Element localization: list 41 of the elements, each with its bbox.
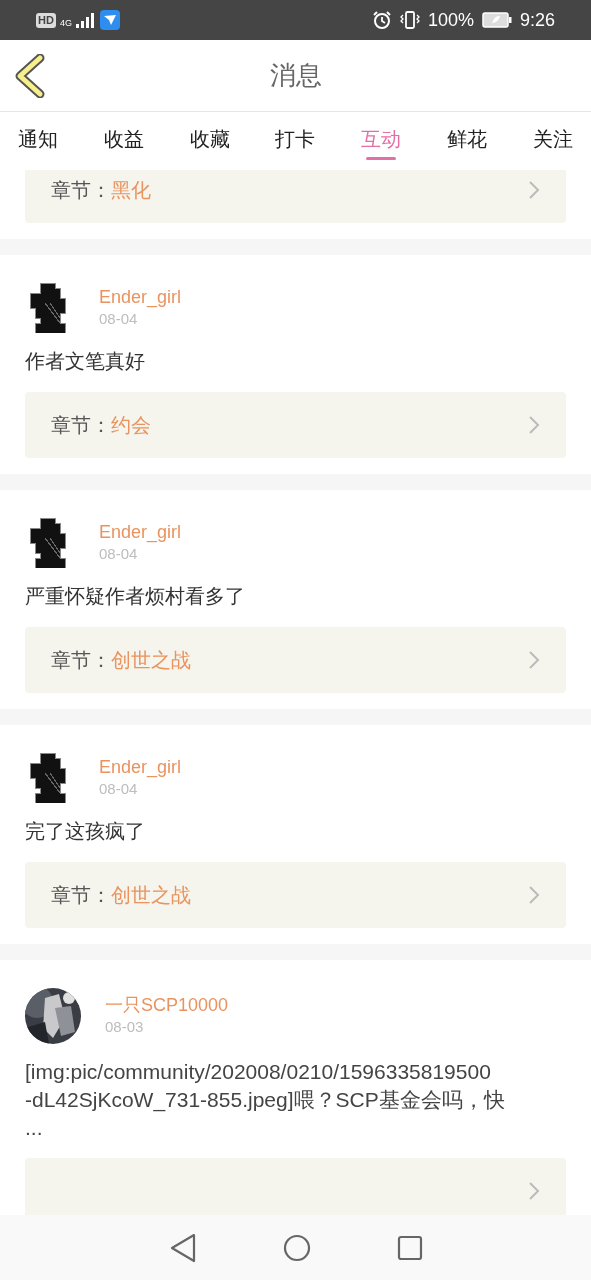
date: 08-04 — [99, 308, 139, 329]
date: 08-04 — [99, 778, 139, 799]
chapter-label: 章节： — [51, 412, 111, 439]
vibrate-icon — [399, 10, 420, 30]
battery-percent: 100% — [427, 8, 474, 32]
comment-text: 完了这孩疯了 — [25, 818, 146, 845]
chapter-row[interactable]: 章节：约会 — [25, 392, 566, 458]
chevron-right-icon — [528, 650, 540, 670]
chapter-label: 章节： — [51, 177, 111, 204]
chapter-row[interactable]: 章节：创世之战 — [25, 862, 566, 928]
tab[interactable]: 收藏 — [187, 118, 232, 164]
tab[interactable]: 收益 — [101, 118, 146, 164]
alarm-icon — [371, 10, 392, 30]
comment-text: 严重怀疑作者烦村看多了 — [25, 583, 246, 610]
battery-icon — [481, 12, 512, 28]
tab[interactable]: 关注 — [530, 118, 575, 164]
clock: 9:26 — [519, 8, 555, 32]
page-title: 消息 — [269, 59, 322, 92]
back-button[interactable] — [14, 54, 46, 98]
chevron-right-icon — [528, 180, 540, 200]
home-icon[interactable] — [282, 1233, 311, 1262]
comment-text: 作者文笔真好 — [25, 348, 146, 375]
chevron-right-icon — [528, 885, 540, 905]
chevron-right-icon — [528, 1181, 540, 1201]
recent-apps-icon[interactable] — [396, 1234, 423, 1261]
chapter-label: 章节： — [51, 647, 111, 674]
date: 08-04 — [99, 543, 139, 564]
chevron-right-icon — [528, 415, 540, 435]
tab[interactable]: 打卡 — [273, 118, 318, 164]
back-icon[interactable] — [168, 1232, 197, 1263]
hd-indicator: HD — [36, 12, 56, 28]
app-notification-icon — [99, 10, 120, 30]
tab[interactable]: 鲜花 — [445, 118, 490, 164]
chapter-label: 章节： — [51, 882, 111, 909]
signal-icon — [75, 12, 96, 28]
network-type: 4G — [59, 19, 72, 28]
date: 08-03 — [105, 1016, 145, 1037]
chapter-row[interactable]: 章节：黑化 — [25, 170, 566, 223]
tab[interactable]: 通知 — [16, 118, 60, 164]
comment-text: [img:pic/community/202008/0210/1596335819500 -dL42SjKcoW_731-855.jpeg]喂？SCP基金会吗，快 ... — [25, 1059, 506, 1141]
chapter-row[interactable]: 章节：创世之战 — [25, 627, 566, 693]
